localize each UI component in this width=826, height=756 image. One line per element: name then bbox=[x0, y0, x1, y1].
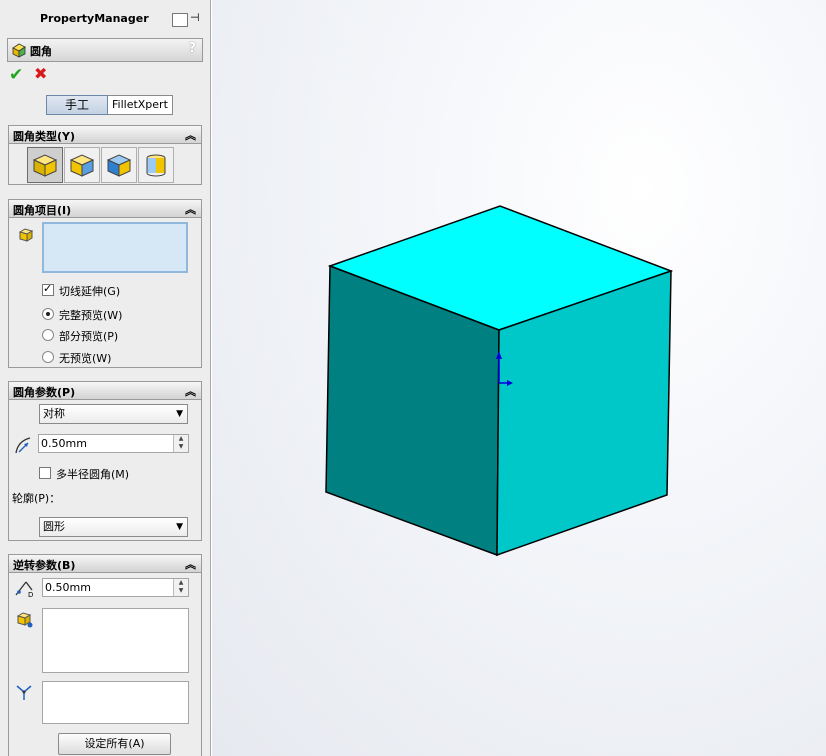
face-fillet-icon bbox=[106, 154, 132, 177]
tab-filletxpert[interactable]: FilletXpert bbox=[108, 95, 173, 115]
no-preview-radio[interactable] bbox=[42, 351, 54, 363]
radius-value: 0.50mm bbox=[41, 437, 87, 450]
chevron-down-icon: ▼ bbox=[176, 522, 183, 532]
face-fillet-button[interactable] bbox=[101, 147, 137, 183]
fillet-feature-icon bbox=[12, 43, 26, 58]
items-to-fillet-list[interactable] bbox=[42, 222, 188, 273]
fillet-type-header[interactable]: 圆角类型(Y) ︽ bbox=[9, 126, 201, 144]
pin-icon[interactable]: ⊣ bbox=[190, 12, 204, 25]
no-preview-label: 无预览(W) bbox=[59, 352, 112, 365]
setback-distance-spinbox[interactable]: 0.50mm ▲ ▼ bbox=[42, 578, 189, 597]
property-manager-panel: PropertyManager ⊣ 圆角 ? ✔ ✖ 手工 FilletXper… bbox=[0, 0, 211, 756]
constant-radius-icon bbox=[32, 154, 58, 177]
expand-icon[interactable] bbox=[172, 13, 188, 27]
multi-radius-label: 多半径圆角(M) bbox=[56, 468, 130, 481]
setback-params-group: 逆转参数(B) ︽ D 0.50mm ▲ ▼ 设定所有(A) bbox=[8, 554, 202, 756]
radius-spinbox[interactable]: 0.50mm ▲ ▼ bbox=[38, 434, 189, 453]
profile-label: 轮廓(P)： bbox=[12, 492, 61, 505]
help-icon[interactable]: ? bbox=[188, 41, 196, 56]
edge-selection-icon bbox=[18, 228, 34, 242]
setback-edges-icon bbox=[16, 685, 32, 700]
fillet-params-title: 圆角参数(P) bbox=[13, 386, 76, 399]
setback-params-header[interactable]: 逆转参数(B) ︽ bbox=[9, 555, 201, 573]
profile-select[interactable]: 圆形 ▼ bbox=[39, 517, 188, 537]
ok-button[interactable]: ✔ bbox=[9, 67, 23, 84]
mode-tabs: 手工 FilletXpert bbox=[46, 95, 173, 115]
profile-value: 圆形 bbox=[43, 520, 65, 533]
svg-text:D: D bbox=[28, 591, 33, 598]
radius-icon bbox=[15, 437, 31, 454]
setback-vertices-list[interactable] bbox=[42, 608, 189, 673]
cancel-button[interactable]: ✖ bbox=[34, 66, 47, 82]
partial-preview-label: 部分预览(P) bbox=[59, 330, 119, 343]
full-preview-label: 完整预览(W) bbox=[59, 309, 123, 322]
multi-radius-row[interactable]: 多半径圆角(M) bbox=[39, 466, 129, 482]
setback-params-title: 逆转参数(B) bbox=[13, 559, 76, 572]
spin-up-icon[interactable]: ▲ bbox=[174, 579, 188, 587]
fillet-type-group: 圆角类型(Y) ︽ bbox=[8, 125, 202, 185]
setback-distance-value: 0.50mm bbox=[45, 581, 91, 594]
setback-vertex-icon bbox=[16, 612, 33, 628]
fillet-params-header[interactable]: 圆角参数(P) ︽ bbox=[9, 382, 201, 400]
set-all-button[interactable]: 设定所有(A) bbox=[58, 733, 171, 755]
tab-manual[interactable]: 手工 bbox=[46, 95, 108, 115]
fillet-method-select[interactable]: 对称 ▼ bbox=[39, 404, 188, 424]
variable-radius-icon bbox=[69, 154, 95, 177]
multi-radius-checkbox[interactable] bbox=[39, 467, 51, 479]
collapse-icon[interactable]: ︽ bbox=[185, 127, 196, 143]
tangent-propagation-label: 切线延伸(G) bbox=[59, 285, 121, 298]
variable-radius-fillet-button[interactable] bbox=[64, 147, 100, 183]
spin-up-icon[interactable]: ▲ bbox=[174, 435, 188, 443]
chevron-down-icon: ▼ bbox=[176, 409, 183, 419]
partial-preview-radio[interactable] bbox=[42, 329, 54, 341]
setback-edges-list[interactable] bbox=[42, 681, 189, 724]
full-round-fillet-button[interactable] bbox=[138, 147, 174, 183]
graphics-viewport[interactable] bbox=[212, 0, 826, 756]
constant-radius-fillet-button[interactable] bbox=[27, 147, 63, 183]
fillet-items-title: 圆角项目(I) bbox=[13, 204, 72, 217]
tangent-propagation-row[interactable]: 切线延伸(G) bbox=[42, 282, 121, 299]
fillet-type-title: 圆角类型(Y) bbox=[13, 130, 76, 143]
collapse-icon[interactable]: ︽ bbox=[185, 383, 196, 399]
partial-preview-row[interactable]: 部分预览(P) bbox=[42, 328, 118, 344]
spin-down-icon[interactable]: ▼ bbox=[174, 443, 188, 451]
fillet-params-group: 圆角参数(P) ︽ 对称 ▼ 0.50mm ▲ ▼ 多半径圆角(M) 轮廓(P)：… bbox=[8, 381, 202, 541]
full-preview-row[interactable]: 完整预览(W) bbox=[42, 307, 122, 323]
spin-down-icon[interactable]: ▼ bbox=[174, 587, 188, 595]
setback-distance-icon: D bbox=[15, 581, 33, 598]
panel-title: PropertyManager bbox=[40, 12, 149, 25]
fillet-method-value: 对称 bbox=[43, 407, 65, 420]
no-preview-row[interactable]: 无预览(W) bbox=[42, 350, 111, 366]
full-round-icon bbox=[146, 154, 166, 177]
property-manager-header: PropertyManager ⊣ bbox=[0, 4, 210, 30]
full-preview-radio[interactable] bbox=[42, 308, 54, 320]
collapse-icon[interactable]: ︽ bbox=[185, 201, 196, 217]
cube-model[interactable] bbox=[212, 0, 826, 756]
tangent-propagation-checkbox[interactable] bbox=[42, 282, 54, 296]
feature-name: 圆角 bbox=[30, 45, 52, 58]
fillet-items-group: 圆角项目(I) ︽ 切线延伸(G) 完整预览(W) 部分预览(P) 无预览(W) bbox=[8, 199, 202, 368]
fillet-items-header[interactable]: 圆角项目(I) ︽ bbox=[9, 200, 201, 218]
feature-title-bar: 圆角 ? bbox=[7, 38, 203, 62]
collapse-icon[interactable]: ︽ bbox=[185, 556, 196, 572]
